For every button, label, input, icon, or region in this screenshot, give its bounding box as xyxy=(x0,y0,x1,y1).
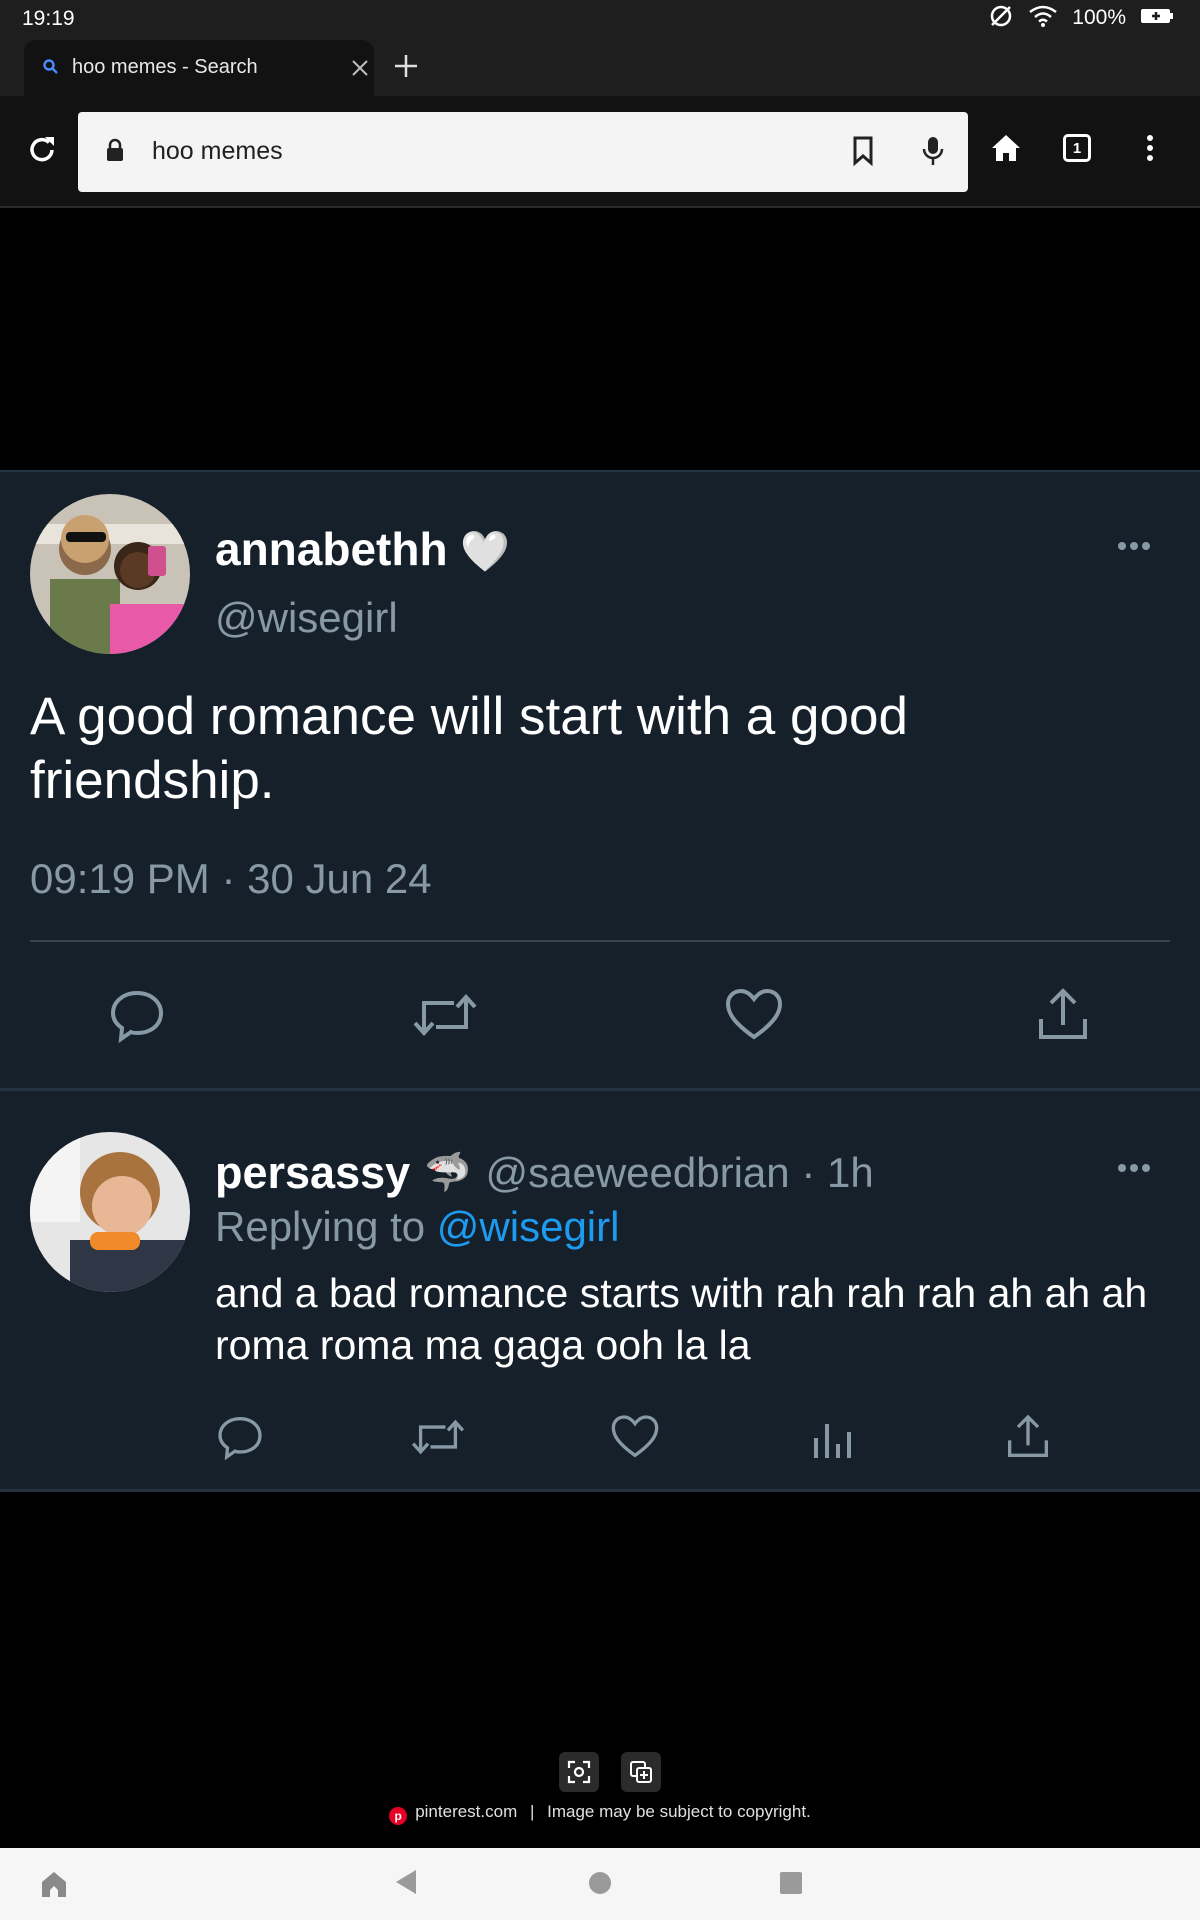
battery-percent: 100% xyxy=(1072,6,1126,29)
card-bottom-border xyxy=(0,1489,1200,1492)
image-action-buttons xyxy=(559,1752,661,1792)
status-time: 19:19 xyxy=(22,7,75,30)
tab-switcher-button[interactable]: 1 xyxy=(1063,134,1091,162)
divider xyxy=(30,940,1170,942)
address-text[interactable]: hoo memes xyxy=(152,137,283,166)
analytics-bars-icon[interactable] xyxy=(808,1412,858,1467)
reply-text: and a bad romance starts with rah rah ra… xyxy=(215,1270,1148,1368)
tab-title: hoo memes - Search xyxy=(72,56,258,78)
share-icon[interactable] xyxy=(1033,985,1093,1050)
pinterest-logo-icon: p xyxy=(389,1807,408,1825)
overflow-menu-icon[interactable] xyxy=(1136,130,1164,171)
tab-search-results[interactable]: hoo memes - Search xyxy=(24,40,374,96)
reply-retweet-icon[interactable] xyxy=(409,1412,467,1467)
replying-to-mention[interactable]: @wisegirl xyxy=(437,1203,620,1250)
wifi-icon xyxy=(1028,4,1058,33)
system-nav-bar xyxy=(0,1848,1200,1920)
image-letterbox-top xyxy=(0,210,1200,470)
reload-icon[interactable] xyxy=(20,128,64,172)
tweet-text: A good romance will start with a good fr… xyxy=(30,687,908,810)
recents-square-icon[interactable] xyxy=(778,1870,804,1901)
reply-author-name: persassy xyxy=(215,1147,411,1198)
reply-like-heart-icon[interactable] xyxy=(610,1412,660,1467)
avatar xyxy=(30,494,190,654)
app-home-icon[interactable] xyxy=(36,1866,72,1907)
status-icons: 100% xyxy=(988,4,1174,32)
address-bar[interactable]: hoo memes xyxy=(78,112,968,192)
do-not-disturb-icon xyxy=(988,3,1014,34)
reply-avatar xyxy=(30,1132,190,1292)
author-handle: @wisegirl xyxy=(215,594,398,641)
white-heart-emoji: 🤍 xyxy=(460,530,511,574)
reply-more-options-icon[interactable] xyxy=(1118,1164,1150,1172)
lock-icon xyxy=(106,138,124,167)
author-name: annabethh 🤍 xyxy=(215,523,511,575)
copyright-notice: Image may be subject to copyright. xyxy=(547,1802,811,1821)
bookmark-icon[interactable] xyxy=(848,134,878,173)
back-icon[interactable] xyxy=(392,1866,420,1903)
shark-emoji: 🦈 xyxy=(424,1152,472,1194)
microphone-icon[interactable] xyxy=(918,134,948,173)
source-separator: | xyxy=(529,1802,535,1821)
like-heart-icon[interactable] xyxy=(724,985,784,1050)
more-options-icon[interactable] xyxy=(1118,542,1150,550)
browser-toolbar: hoo memes 1 xyxy=(0,96,1200,208)
close-tab-icon[interactable] xyxy=(346,54,374,82)
replying-to-label: Replying to xyxy=(215,1203,426,1250)
reply-reply-icon[interactable] xyxy=(215,1412,265,1467)
reply-header: persassy 🦈 @saeweedbrian · 1h xyxy=(215,1145,874,1201)
lens-search-icon[interactable] xyxy=(559,1752,599,1792)
tweet-separator xyxy=(0,1088,1200,1091)
tweet-timestamp: 09:19 PM · 30 Jun 24 xyxy=(30,855,432,902)
home-icon[interactable] xyxy=(988,130,1024,171)
reply-share-icon[interactable] xyxy=(1003,1412,1053,1467)
retweet-icon[interactable] xyxy=(410,985,480,1050)
status-bar: 19:19 100% xyxy=(0,0,1200,36)
source-domain[interactable]: pinterest.com xyxy=(415,1802,517,1821)
image-source-line: p pinterest.com | Image may be subject to… xyxy=(0,1802,1200,1825)
home-circle-icon[interactable] xyxy=(585,1868,615,1903)
copy-image-icon[interactable] xyxy=(621,1752,661,1792)
tab-strip: hoo memes - Search xyxy=(0,36,1200,96)
new-tab-plus-icon[interactable] xyxy=(388,48,424,84)
replying-to-line: Replying to @wisegirl xyxy=(215,1203,619,1251)
reply-handle-time: @saeweedbrian · 1h xyxy=(485,1149,874,1196)
card-top-border xyxy=(0,470,1200,472)
search-icon xyxy=(42,58,60,81)
reply-icon[interactable] xyxy=(107,985,167,1050)
battery-charging-icon xyxy=(1140,6,1174,31)
tweet-screenshot-image[interactable]: annabethh 🤍 @wisegirl A good romance wil… xyxy=(0,470,1200,1492)
